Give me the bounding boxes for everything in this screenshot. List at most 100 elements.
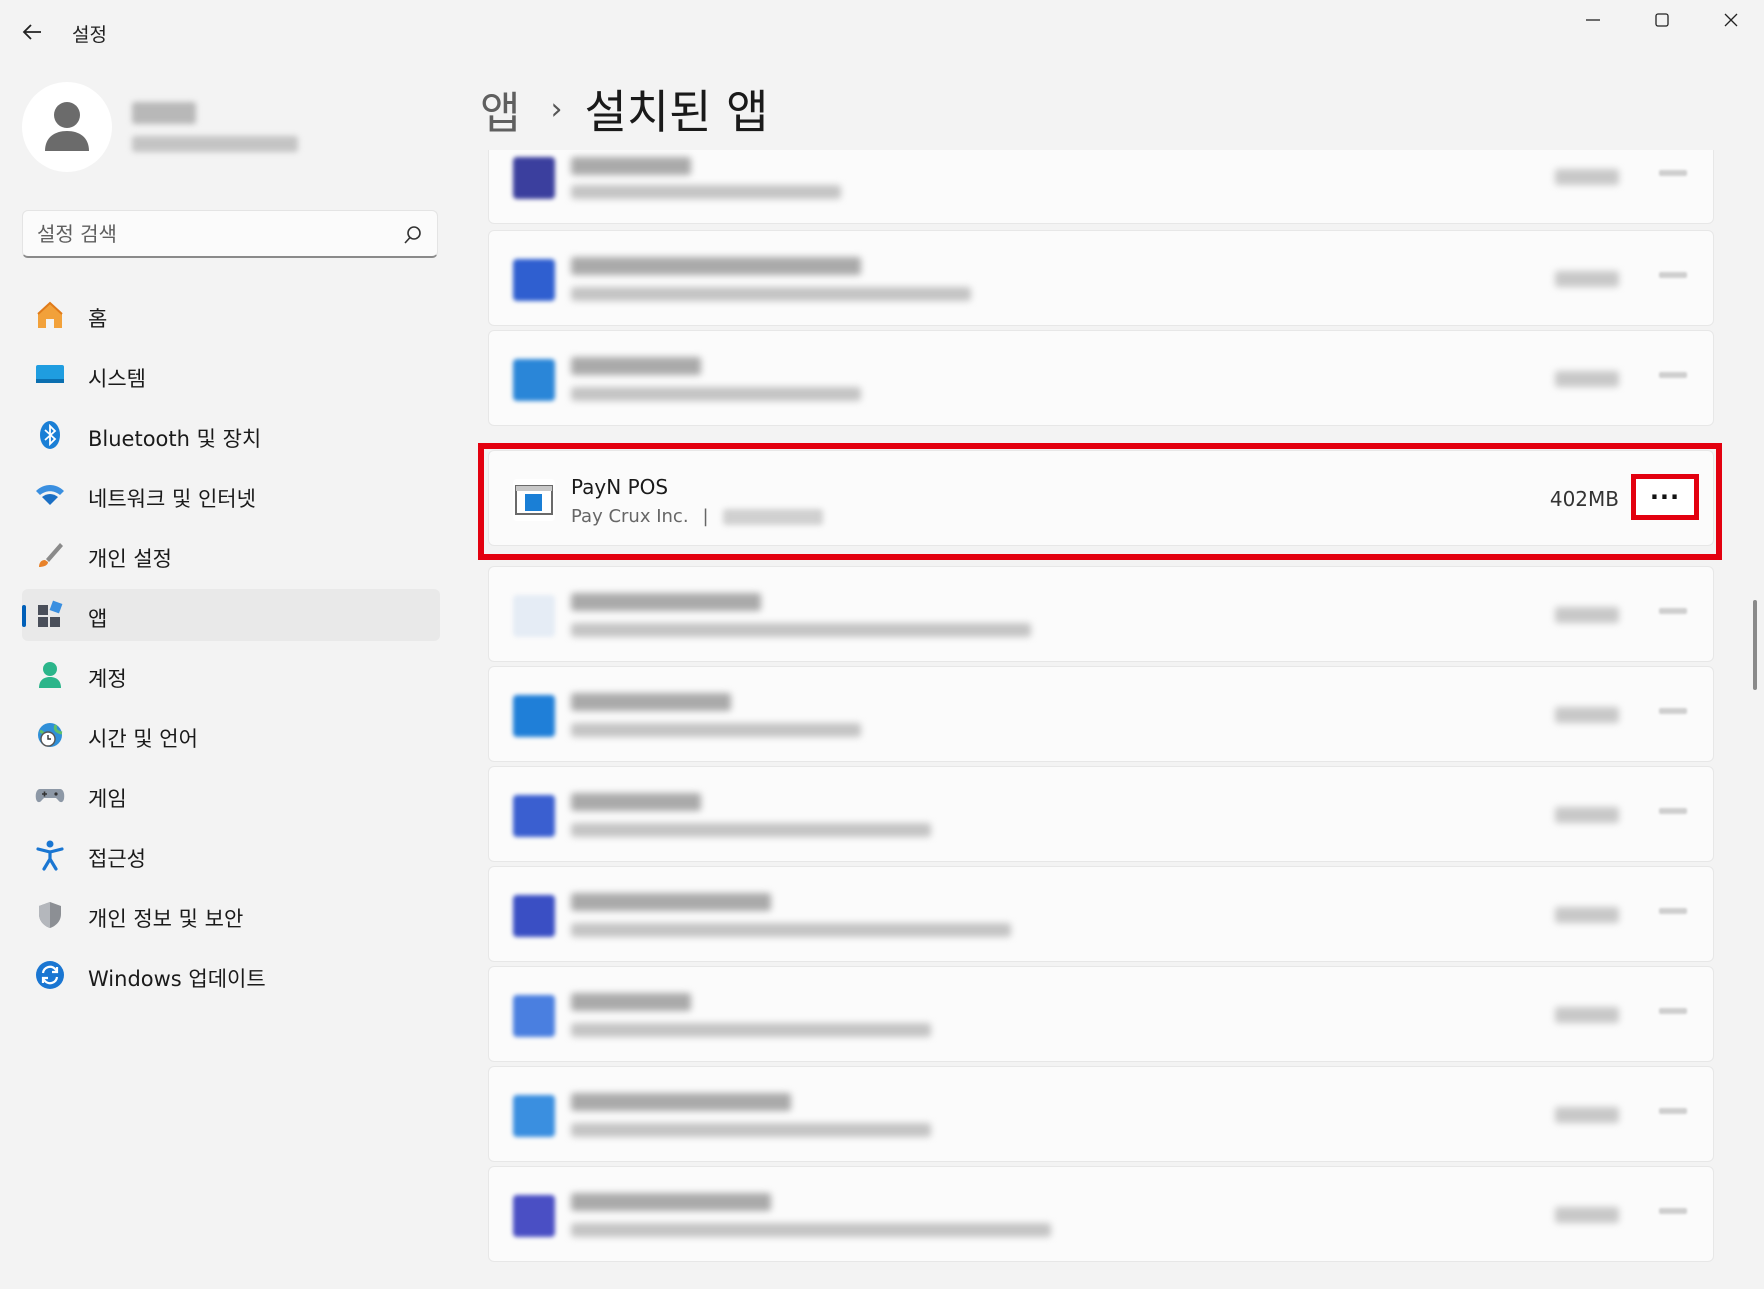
gamepad-icon: [34, 779, 66, 811]
app-icon: [513, 1195, 555, 1237]
list-item-payn-pos[interactable]: PayN POS Pay Crux Inc. | 402MB: [488, 450, 1714, 546]
payn-pos-app-icon: [513, 479, 555, 521]
bluetooth-icon: [34, 419, 66, 451]
more-options-button[interactable]: [1659, 903, 1689, 917]
sidebar-item-label: 개인 정보 및 보안: [88, 907, 244, 931]
title-bar: 설정: [0, 0, 1764, 62]
sidebar-item-system[interactable]: 시스템: [22, 349, 440, 401]
monitor-icon: [34, 359, 66, 391]
sync-icon: [34, 959, 66, 991]
list-item[interactable]: [488, 230, 1714, 326]
app-name-redacted: [571, 793, 701, 811]
more-options-button[interactable]: [1659, 603, 1689, 617]
more-options-button[interactable]: [1659, 267, 1689, 281]
app-meta: Pay Crux Inc. |: [571, 506, 823, 527]
app-meta-redacted: [571, 923, 1011, 937]
window-title: 설정: [72, 24, 107, 46]
sidebar-item-accessibility[interactable]: 접근성: [22, 829, 440, 881]
close-icon: [1724, 13, 1738, 27]
app-meta-redacted: [571, 723, 861, 737]
maximize-button[interactable]: [1627, 0, 1697, 40]
list-item[interactable]: [488, 766, 1714, 862]
list-item[interactable]: [488, 666, 1714, 762]
more-options-button[interactable]: [1659, 165, 1689, 179]
settings-search[interactable]: [22, 210, 438, 258]
app-name-redacted: [571, 1093, 791, 1111]
sidebar-item-label: 시간 및 언어: [88, 727, 198, 751]
sidebar-item-label: 게임: [88, 787, 127, 811]
sidebar-item-label: 시스템: [88, 367, 146, 391]
sidebar-item-label: 홈: [88, 307, 108, 331]
search-input[interactable]: [37, 219, 377, 249]
app-meta-redacted: [571, 1123, 931, 1137]
app-meta-redacted: [571, 185, 841, 199]
app-name-redacted: [571, 357, 701, 375]
sidebar-item-network[interactable]: 네트워크 및 인터넷: [22, 469, 440, 521]
maximize-icon: [1655, 13, 1669, 27]
app-name-redacted: [571, 693, 731, 711]
app-size-redacted: [1555, 807, 1619, 823]
list-item[interactable]: [488, 150, 1714, 224]
sidebar-item-bluetooth[interactable]: Bluetooth 및 장치: [22, 409, 440, 461]
app-size-redacted: [1555, 169, 1619, 185]
sidebar-item-home[interactable]: 홈: [22, 289, 440, 341]
active-indicator: [22, 605, 26, 627]
sidebar-item-personalization[interactable]: 개인 설정: [22, 529, 440, 581]
installed-apps-list[interactable]: PayN POS Pay Crux Inc. | 402MB: [480, 150, 1720, 1289]
sidebar-item-accounts[interactable]: 계정: [22, 649, 440, 701]
more-options-button[interactable]: ···: [1631, 474, 1699, 520]
app-meta-redacted: [571, 1223, 1051, 1237]
user-profile[interactable]: [22, 82, 442, 178]
install-date-redacted: [722, 508, 823, 525]
breadcrumb-parent[interactable]: 앱: [480, 77, 520, 141]
sidebar-nav: 홈 시스템 Bluetooth 및 장치 네트워크 및 인터넷 개인 설정 앱 …: [22, 289, 440, 1009]
meta-separator: |: [702, 506, 709, 527]
app-size-redacted: [1555, 707, 1619, 723]
app-name-redacted: [571, 593, 761, 611]
app-size-redacted: [1555, 607, 1619, 623]
sidebar-item-windows-update[interactable]: Windows 업데이트: [22, 949, 440, 1001]
sidebar-item-time-language[interactable]: 시간 및 언어: [22, 709, 440, 761]
app-name-redacted: [571, 157, 691, 175]
scrollbar[interactable]: [1753, 600, 1757, 690]
minimize-button[interactable]: [1558, 0, 1628, 40]
more-options-button[interactable]: [1659, 1003, 1689, 1017]
app-size-redacted: [1555, 1207, 1619, 1223]
sidebar-item-label: 앱: [88, 607, 108, 631]
app-size-redacted: [1555, 1007, 1619, 1023]
list-item[interactable]: [488, 1066, 1714, 1162]
sidebar-item-apps[interactable]: 앱: [22, 589, 440, 641]
app-meta-redacted: [571, 823, 931, 837]
list-item[interactable]: [488, 330, 1714, 426]
list-item[interactable]: [488, 866, 1714, 962]
breadcrumb: 앱 › 설치된 앱: [480, 74, 768, 144]
close-button[interactable]: [1696, 0, 1764, 40]
more-options-button[interactable]: [1659, 703, 1689, 717]
app-meta-redacted: [571, 623, 1031, 637]
sidebar-item-privacy[interactable]: 개인 정보 및 보안: [22, 889, 440, 941]
home-icon: [34, 299, 66, 331]
app-icon: [513, 359, 555, 401]
sidebar-item-label: 접근성: [88, 847, 146, 871]
app-name-redacted: [571, 993, 691, 1011]
sidebar-item-gaming[interactable]: 게임: [22, 769, 440, 821]
page-title: 설치된 앱: [584, 85, 769, 139]
more-options-button[interactable]: [1659, 803, 1689, 817]
more-options-button[interactable]: [1659, 1103, 1689, 1117]
app-size-redacted: [1555, 1107, 1619, 1123]
search-icon: [404, 226, 421, 244]
list-item[interactable]: [488, 966, 1714, 1062]
back-button[interactable]: [14, 14, 50, 50]
user-icon: [45, 102, 89, 151]
more-options-button[interactable]: [1659, 367, 1689, 381]
app-name: PayN POS: [571, 475, 669, 499]
more-options-button[interactable]: [1659, 1203, 1689, 1217]
profile-name-redacted: [132, 102, 196, 124]
app-meta-redacted: [571, 387, 861, 401]
app-size-redacted: [1555, 271, 1619, 287]
list-item[interactable]: [488, 566, 1714, 662]
list-item[interactable]: [488, 1166, 1714, 1262]
app-name-redacted: [571, 1193, 771, 1211]
app-size: 402MB: [1549, 487, 1619, 511]
accessibility-icon: [34, 839, 66, 871]
